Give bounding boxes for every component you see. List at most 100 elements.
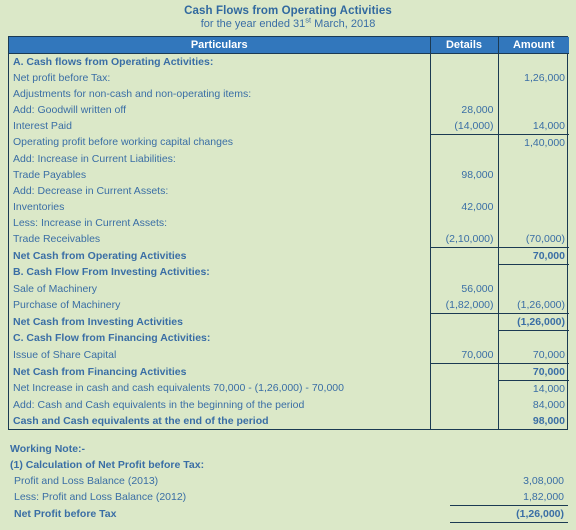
row-particulars: Cash and Cash equivalents at the end of … <box>9 412 431 429</box>
working-note-heading: Working Note:- <box>10 442 86 455</box>
working-note-value: (1,26,000) <box>449 505 568 523</box>
row-amount-value: (1,26,000) <box>498 296 569 314</box>
row-amount-value: 1,40,000 <box>524 136 565 149</box>
page-subtitle: for the year ended 31st March, 2018 <box>0 16 576 31</box>
table-row: Interest Paid (14,000) 14,000 <box>9 117 569 135</box>
working-note-row: Profit and Loss Balance (2013) 3,08,000 <box>10 473 568 489</box>
row-particulars: Sale of Machinery <box>9 280 431 297</box>
row-details-value: 70,000 <box>430 346 499 364</box>
row-particulars: Adjustments for non-cash and non-operati… <box>9 85 431 102</box>
row-details-value <box>430 134 499 151</box>
table-row: Net Cash from Financing Activities 70,000 <box>9 363 569 381</box>
row-particulars: Net Cash from Financing Activities <box>9 363 431 381</box>
working-note-section: Working Note:- (1) Calculation of Net Pr… <box>10 441 568 523</box>
document-header: Cash Flows from Operating Activities for… <box>0 0 576 31</box>
row-details-value <box>430 363 499 381</box>
row-details-value <box>430 380 499 397</box>
row-amount-value <box>498 199 569 215</box>
row-particulars: Purchase of Machinery <box>9 296 431 314</box>
table-row: Net Cash from Investing Activities (1,26,… <box>9 313 569 331</box>
table-row: Add: Decrease in Current Assets: <box>9 182 569 199</box>
table-row: Net profit before Tax: 1,26,000 <box>9 69 569 86</box>
row-amount-value: 70,000 <box>498 247 569 265</box>
row-details-value: (1,82,000) <box>430 296 499 314</box>
row-details-value <box>430 182 499 199</box>
table-header-row: Particulars Details Amount <box>9 36 569 54</box>
row-particulars: Less: Increase in Current Assets: <box>9 214 431 231</box>
column-header-particulars: Particulars <box>9 36 431 54</box>
row-amount-value <box>498 264 569 281</box>
table-row: Trade Receivables (2,10,000) (70,000) <box>9 230 569 248</box>
table-row: Operating profit before working capital … <box>9 134 569 151</box>
row-amount-value <box>498 281 569 297</box>
table-row: Adjustments for non-cash and non-operati… <box>9 85 569 102</box>
row-particulars: Add: Increase in Current Liabilities: <box>9 150 431 167</box>
row-particulars: Add: Cash and Cash equivalents in the be… <box>9 396 431 413</box>
row-particulars: Trade Receivables <box>9 230 431 248</box>
row-details-value: 28,000 <box>430 101 499 118</box>
working-note-item-heading: (1) Calculation of Net Profit before Tax… <box>10 458 205 471</box>
subtitle-prefix: for the year ended 31 <box>200 18 306 31</box>
row-amount-value: 14,000 <box>532 382 565 395</box>
table-row: A. Cash flows from Operating Activities: <box>9 53 569 70</box>
table-row: Inventories 42,000 <box>9 198 569 215</box>
table-row: B. Cash Flow From Investing Activities: <box>9 264 569 281</box>
row-particulars: A. Cash flows from Operating Activities: <box>9 53 431 70</box>
working-note-label: Less: Profit and Loss Balance (2012) <box>14 490 187 503</box>
table-header: Particulars Details Amount <box>9 36 569 54</box>
row-details-value <box>430 412 499 429</box>
row-details-value <box>430 214 499 231</box>
row-amount-value <box>498 53 569 70</box>
row-details-value: 56,000 <box>430 280 499 297</box>
row-amount-value: (70,000) <box>498 230 569 248</box>
row-amount-value <box>498 330 569 347</box>
row-particulars: Add: Decrease in Current Assets: <box>9 182 431 199</box>
row-details-value <box>430 85 499 102</box>
cash-flow-statement-page: Cash Flows from Operating Activities for… <box>0 0 576 530</box>
row-details-value: 98,000 <box>430 166 499 183</box>
row-details-value: (14,000) <box>430 117 499 135</box>
table-row: Purchase of Machinery (1,82,000) (1,26,000… <box>9 296 569 314</box>
row-details-value <box>430 53 499 70</box>
table-row: C. Cash Flow from Financing Activities: <box>9 330 569 347</box>
working-note-value: 1,82,000 <box>449 488 568 506</box>
column-header-amount: Amount <box>498 36 569 54</box>
working-note-row: Less: Profit and Loss Balance (2012) 1,82… <box>10 488 568 506</box>
row-details-value <box>430 69 499 86</box>
row-details-value <box>430 330 499 347</box>
row-amount-value <box>498 215 569 231</box>
page-title: Cash Flows from Operating Activities <box>184 5 392 17</box>
row-amount-value <box>498 102 569 118</box>
row-details-value <box>430 396 499 413</box>
row-details-value <box>430 150 499 167</box>
table-row: Less: Increase in Current Assets: <box>9 214 569 231</box>
row-amount-value <box>498 183 569 199</box>
row-amount-value: 70,000 <box>498 363 569 381</box>
table-body: A. Cash flows from Operating Activities:… <box>9 53 569 429</box>
table-row: Net Cash from Operating Activities 70,000 <box>9 247 569 265</box>
row-details-value <box>430 264 499 281</box>
row-details-value: 42,000 <box>430 198 499 215</box>
working-note-label: Profit and Loss Balance (2013) <box>14 474 159 487</box>
column-header-details: Details <box>430 36 499 54</box>
table-row: Issue of Share Capital 70,000 70,000 <box>9 346 569 364</box>
row-particulars: Trade Payables <box>9 166 431 183</box>
row-particulars: Inventories <box>9 198 431 215</box>
table-row: Sale of Machinery 56,000 <box>9 280 569 297</box>
working-note-table: Profit and Loss Balance (2013) 3,08,000 Le… <box>10 473 568 523</box>
row-particulars: C. Cash Flow from Financing Activities: <box>9 330 431 347</box>
row-amount-value: 98,000 <box>532 414 565 427</box>
row-particulars: Issue of Share Capital <box>9 346 431 364</box>
row-particulars: Net Increase in cash and cash equivalent… <box>9 380 431 397</box>
table-row: Add: Goodwill written off 28,000 <box>9 101 569 118</box>
row-amount-value <box>498 167 569 183</box>
row-details-value: (2,10,000) <box>430 230 499 248</box>
row-details-value <box>430 247 499 265</box>
row-particulars: Net Cash from Investing Activities <box>9 313 431 331</box>
cash-flow-table: Particulars Details Amount A. Cash flows… <box>9 36 569 429</box>
row-amount-value <box>498 86 569 102</box>
subtitle-suffix: March, 2018 <box>311 18 376 31</box>
row-details-value <box>430 313 499 331</box>
working-note-value: 3,08,000 <box>523 474 564 487</box>
row-particulars: Operating profit before working capital … <box>9 134 431 151</box>
